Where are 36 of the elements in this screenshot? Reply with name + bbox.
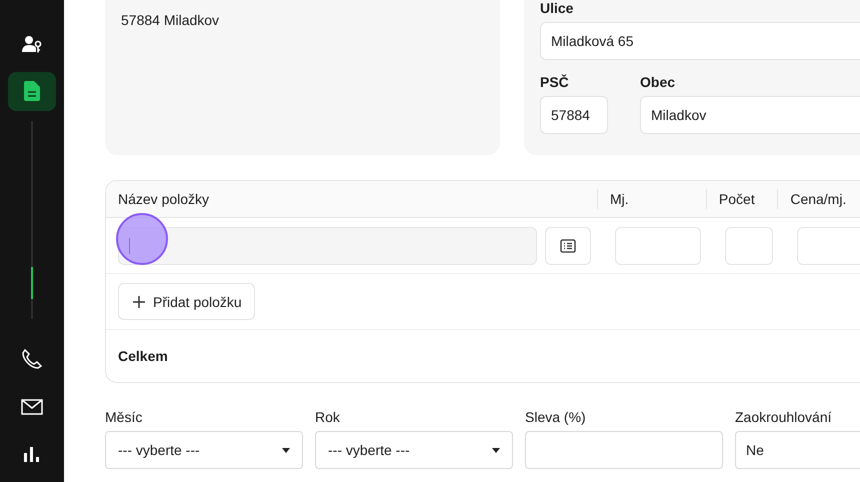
select-field[interactable]: --- vyberte ---	[105, 431, 303, 469]
field-label: Zaokrouhlování	[735, 409, 833, 425]
unit-field[interactable]	[615, 226, 701, 264]
plus-icon	[133, 296, 145, 308]
chart-icon	[24, 446, 40, 462]
field-label: Měsíc	[105, 409, 144, 425]
phone-icon	[22, 348, 42, 369]
zip-field[interactable]: 57884	[540, 96, 608, 134]
add-item-button[interactable]: Přidat položku	[118, 283, 255, 320]
field-label: Ulice	[540, 0, 574, 16]
input-field[interactable]	[525, 431, 723, 469]
user-key-icon	[22, 34, 42, 53]
select-field[interactable]: --- vyberte ---	[315, 431, 513, 469]
quantity-field[interactable]	[725, 226, 773, 264]
column-header: Název položky	[118, 191, 210, 207]
list-icon	[560, 238, 576, 252]
document-icon	[24, 81, 40, 102]
field-label: Obec	[640, 74, 676, 90]
mail-icon	[21, 398, 43, 415]
list-button[interactable]	[545, 226, 591, 264]
city-field[interactable]: Miladkov	[640, 96, 860, 134]
input-field[interactable]: Ne	[735, 431, 860, 469]
caret-icon	[282, 448, 290, 452]
field-label: Rok	[315, 409, 341, 425]
column-header: Počet	[718, 191, 755, 207]
column-header: Cena/mj.	[790, 191, 846, 207]
field-label: PSČ	[540, 74, 570, 90]
total-label: Celkem	[118, 348, 168, 364]
item-name-field[interactable]	[118, 226, 537, 264]
address-summary: 57884 Miladkov	[121, 12, 220, 28]
sidebar-item[interactable]	[8, 72, 56, 112]
street-field[interactable]: Miladková 65	[540, 22, 860, 60]
price-field[interactable]	[797, 226, 860, 264]
caret-icon	[492, 448, 500, 452]
field-label: Sleva (%)	[525, 409, 587, 425]
column-header: Mj.	[610, 191, 629, 207]
